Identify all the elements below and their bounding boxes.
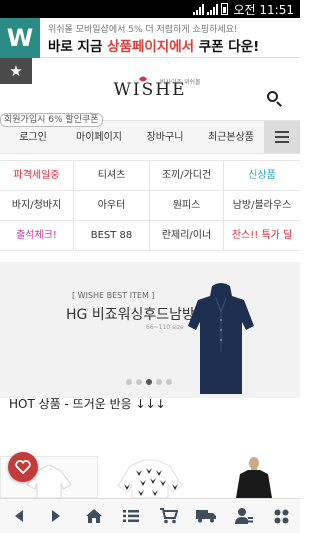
category-item[interactable]: 원피스 — [150, 191, 224, 221]
cart-icon — [159, 508, 178, 524]
wifi-signal-icon — [207, 4, 218, 15]
carousel-dot[interactable] — [166, 379, 172, 385]
site-logo[interactable]: WISHE — [110, 80, 190, 100]
signup-coupon-tag[interactable]: 회원가입시 6% 할인쿠폰 — [0, 113, 103, 127]
carousel-dot[interactable] — [126, 379, 132, 385]
carousel-dot-active[interactable] — [146, 379, 152, 385]
home-button[interactable] — [80, 502, 108, 530]
my-account-icon — [234, 508, 253, 524]
cart-button[interactable] — [155, 502, 183, 530]
status-time: 오전 11:51 — [233, 3, 294, 17]
hamburger-menu-icon[interactable] — [264, 121, 300, 153]
category-item[interactable]: 아우터 — [74, 191, 150, 221]
delivery-icon — [196, 510, 217, 523]
back-icon — [14, 510, 23, 522]
banner-subtext: 위쉬몰 모바일샵에서 5% 더 저렴하게 쇼핑하세요! — [48, 25, 238, 35]
back-button[interactable] — [5, 502, 33, 530]
grid-menu-icon — [274, 509, 289, 523]
site-header: ★ 빅사이즈 위쉬몰 WISHE 회원가입시 6% 할인쿠폰 — [0, 58, 300, 127]
hot-products-title: HOT 상품 - 뜨거운 반응 ↓↓↓ — [9, 397, 166, 411]
coupon-notification-banner[interactable]: W 위쉬몰 모바일샵에서 5% 더 저렴하게 쇼핑하세요! 바로 지금 상품페이… — [0, 18, 300, 58]
status-icons — [193, 3, 228, 15]
product-image — [236, 457, 272, 498]
heart-icon — [15, 460, 31, 474]
carousel-dot[interactable] — [156, 379, 162, 385]
product-card[interactable] — [202, 456, 300, 498]
product-card[interactable] — [102, 456, 198, 498]
category-item[interactable]: 남방/블라우스 — [224, 191, 300, 221]
carousel-dots — [126, 379, 172, 385]
nav-cart[interactable]: 장바구니 — [132, 121, 198, 153]
category-item[interactable]: 란제리/이너 — [150, 221, 224, 251]
signal-icon — [193, 4, 204, 15]
category-grid: 파격세일중 티셔츠 조끼/가디건 신상품 바지/청바지 아우터 원피스 남방/블… — [0, 160, 300, 251]
wishlist-heart-button[interactable] — [8, 452, 38, 482]
forward-button[interactable] — [42, 502, 70, 530]
nav-recent-items[interactable]: 최근본상품 — [198, 121, 264, 153]
hero-size: 66~110 size — [146, 324, 184, 331]
hero-banner[interactable]: [ WISHE BEST ITEM ] HG 비죠워싱후드남방 66~110 s… — [0, 262, 300, 398]
product-list — [0, 456, 300, 498]
bookmark-star-icon[interactable]: ★ — [0, 58, 32, 84]
battery-icon — [221, 3, 228, 15]
hero-tag: [ WISHE BEST ITEM ] — [72, 291, 155, 300]
hooded-shirt-image — [188, 283, 254, 394]
status-bar: 오전 11:51 — [0, 0, 300, 18]
banner-headline-post: 쿠폰 다운! — [194, 39, 260, 55]
hero-title: HG 비죠워싱후드남방 — [66, 307, 195, 323]
product-image — [117, 459, 183, 498]
list-icon — [123, 510, 140, 522]
app-logo-icon: W — [0, 18, 40, 58]
my-account-button[interactable] — [230, 502, 258, 530]
category-item[interactable]: 바지/청바지 — [0, 191, 74, 221]
search-button[interactable] — [266, 90, 284, 108]
category-item[interactable]: BEST 88 — [74, 221, 150, 251]
grid-menu-button[interactable] — [267, 502, 295, 530]
bottom-toolbar — [0, 498, 300, 533]
banner-headline: 바로 지금 상품페이지에서 쿠폰 다운! — [48, 35, 259, 55]
category-item[interactable]: 파격세일중 — [0, 161, 74, 191]
search-icon — [267, 91, 278, 102]
delivery-button[interactable] — [192, 502, 220, 530]
list-button[interactable] — [117, 502, 145, 530]
category-item[interactable]: 찬스!! 특가 딜 — [224, 221, 300, 251]
category-item[interactable]: 조끼/가디건 — [150, 161, 224, 191]
carousel-dot[interactable] — [136, 379, 142, 385]
home-icon — [85, 509, 102, 523]
category-item[interactable]: 티셔츠 — [74, 161, 150, 191]
category-item[interactable]: 출석체크! — [0, 221, 74, 251]
category-item[interactable]: 신상품 — [224, 161, 300, 191]
forward-icon — [52, 510, 61, 522]
banner-headline-pre: 바로 지금 — [48, 39, 108, 55]
banner-headline-highlight: 상품페이지에서 — [107, 39, 195, 55]
